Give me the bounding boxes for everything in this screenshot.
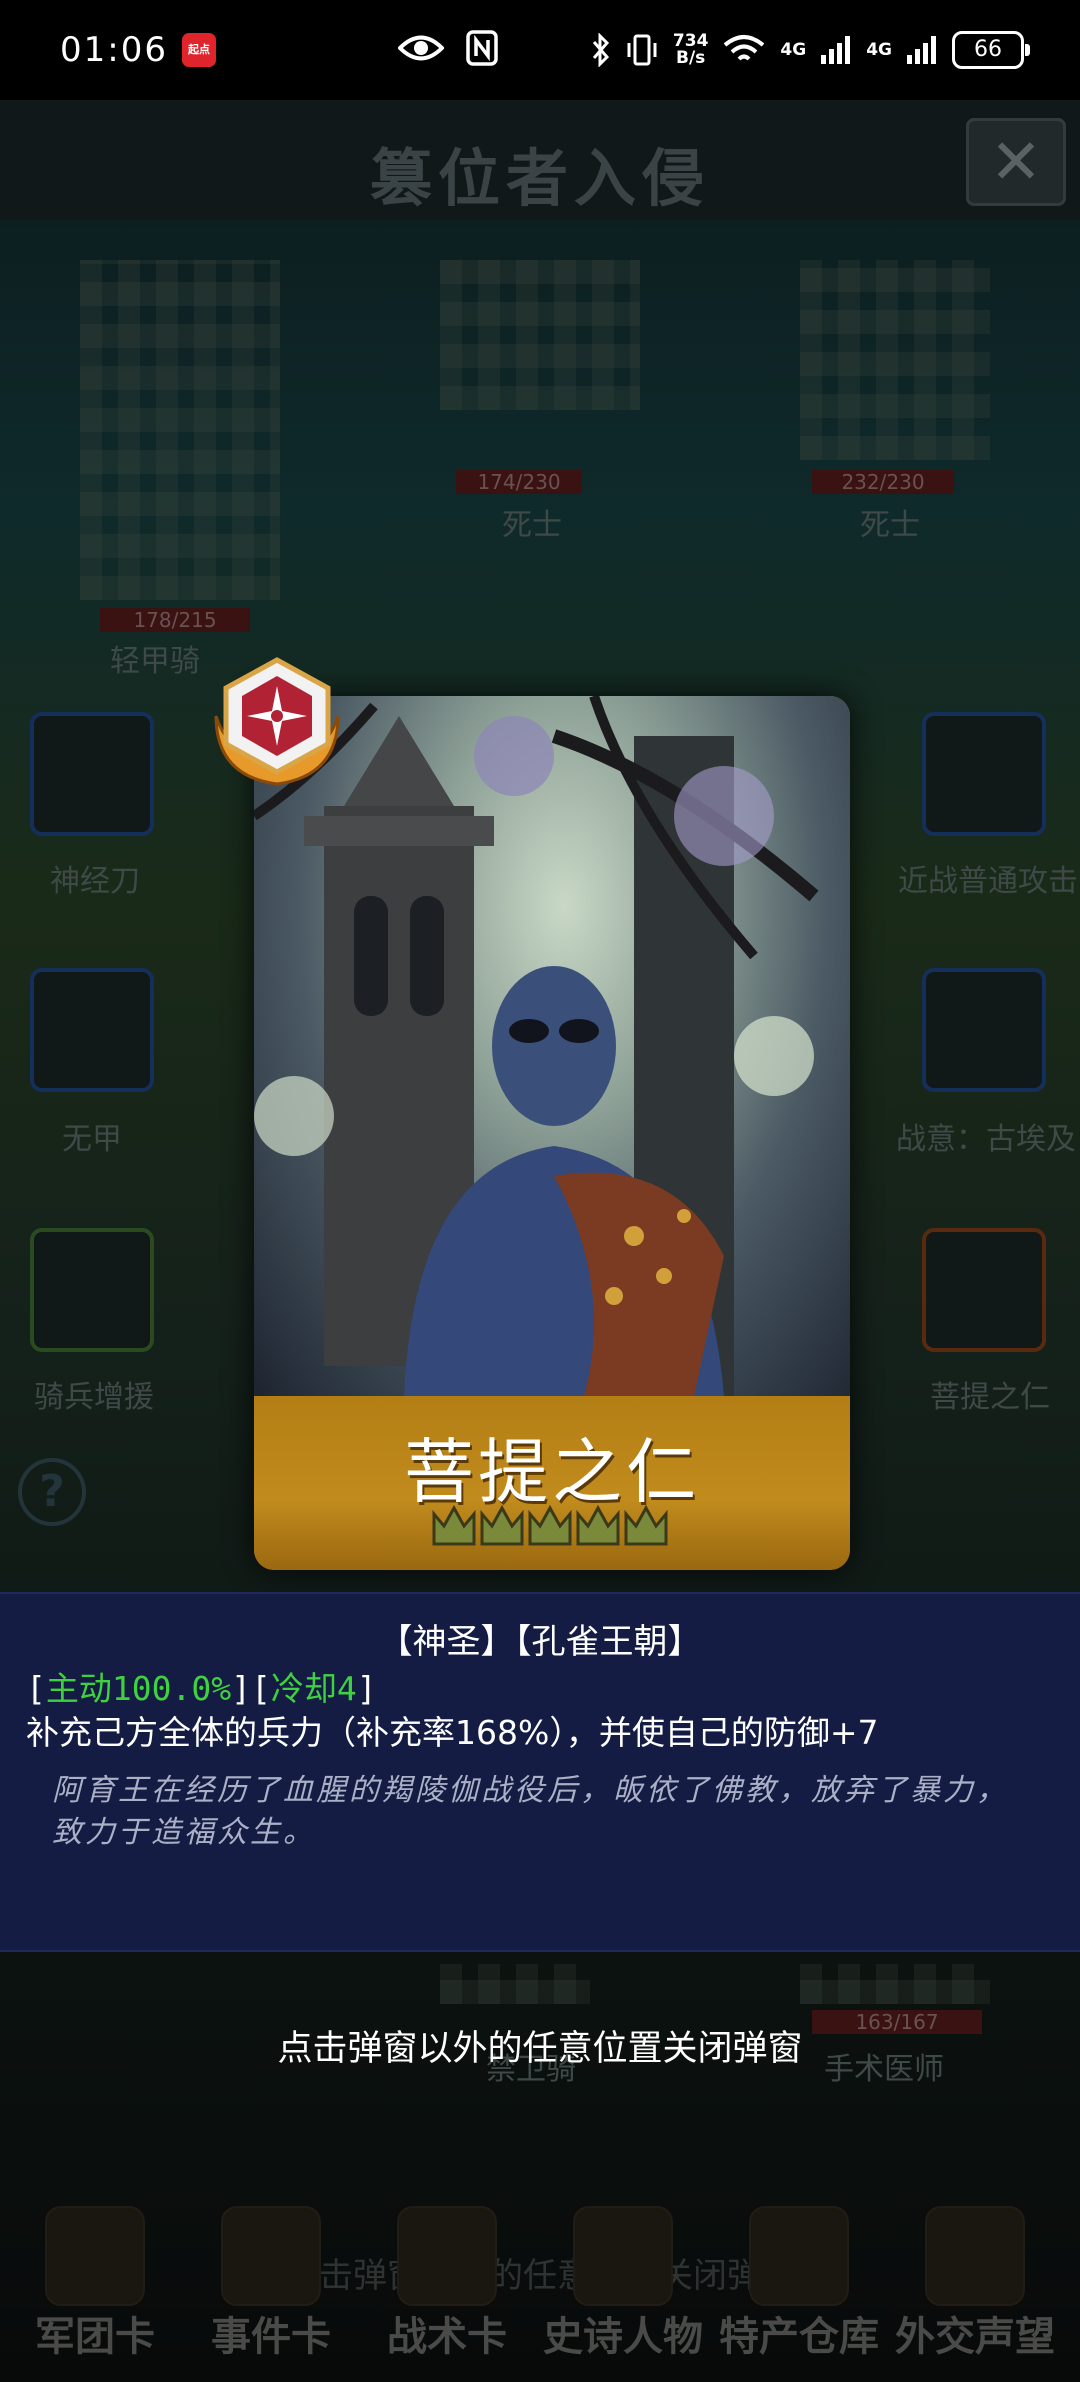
bracket: ] <box>356 1669 377 1708</box>
tab-label: 军团卡 <box>35 2314 155 2360</box>
eye-icon <box>398 35 444 61</box>
unit-name: 轻甲骑 <box>110 644 200 679</box>
bracket: [ <box>26 1669 46 1708</box>
skill-slot-label: 神经刀 <box>50 864 140 899</box>
skill-slot[interactable] <box>922 968 1046 1092</box>
signal-2-icon <box>907 36 936 64</box>
statue-illustration <box>254 696 819 1396</box>
skill-slot-label: 近战普通攻击 <box>898 864 1078 899</box>
tab-label: 史诗人物 <box>543 2314 703 2360</box>
troop-grid-right <box>800 260 990 460</box>
help-icon[interactable]: ? <box>18 1458 86 1526</box>
envelope-icon <box>925 2206 1025 2306</box>
unit-hp: 232/230 <box>812 470 954 494</box>
wifi-icon <box>724 35 765 61</box>
bottom-tab-bar: 军团卡 事件卡 战术卡 史诗人物 特产仓库 外交声望 <box>0 2108 1080 2382</box>
card-effect: 补充己方全体的兵力（补充率168%），并使自己的防御+7 <box>26 1713 879 1752</box>
helmet-icon <box>45 2206 145 2306</box>
card-stats: [主动100.0%][冷却4] <box>26 1662 377 1710</box>
signal-1-icon <box>821 36 851 64</box>
tab-legion-card[interactable]: 军团卡 <box>10 2108 180 2368</box>
card-artwork <box>254 696 850 1396</box>
compass-icon <box>397 2206 497 2306</box>
skill-slot[interactable] <box>922 712 1046 836</box>
active-rate: 主动100.0% <box>45 1669 232 1708</box>
page-title: 篡位者入侵 <box>369 142 710 215</box>
compass-laurel-badge-icon <box>214 657 340 786</box>
troop-grid-lower-right <box>800 1964 990 2004</box>
app-notification-icon: 起点 <box>181 33 216 67</box>
tab-diplomacy-prestige[interactable]: 外交声望 <box>890 2108 1060 2368</box>
bracket: ][ <box>231 1669 271 1708</box>
tab-specialty-warehouse[interactable]: 特产仓库 <box>714 2108 884 2368</box>
tab-tactic-card[interactable]: 战术卡 <box>362 2108 532 2368</box>
card-popup[interactable]: 菩提之仁 <box>254 696 850 1570</box>
skill-slot[interactable] <box>30 968 154 1092</box>
crown-icon <box>573 2206 673 2306</box>
card-tags: 【神圣】【孔雀王朝】 <box>378 1622 702 1662</box>
close-popup-hint: 点击弹窗以外的任意位置关闭弹窗 <box>277 2029 803 2069</box>
tab-label: 外交声望 <box>895 2314 1055 2360</box>
skill-slot[interactable] <box>922 1228 1046 1352</box>
skill-slot[interactable] <box>30 1228 154 1352</box>
close-button[interactable]: ✕ <box>966 118 1066 206</box>
unit-name: 死士 <box>502 508 562 543</box>
nfc-icon <box>466 30 498 66</box>
card-flavor-text: 阿育王在经历了血腥的羯陵伽战役后，皈依了佛教，放弃了暴力，致力于造福众生。 <box>52 1773 1009 1850</box>
status-bar: 01:06 起点 734 B/s 4G 4G 66 <box>0 0 1080 100</box>
unit-name: 死士 <box>860 508 920 543</box>
cell-1-type: 4G <box>780 40 807 60</box>
skill-slot[interactable] <box>30 712 154 836</box>
bluetooth-icon <box>592 33 609 67</box>
skill-slot-label: 无甲 <box>62 1122 122 1157</box>
card-name-panel: 菩提之仁 <box>254 1396 850 1570</box>
cell-2-type: 4G <box>866 40 892 60</box>
tab-label: 战术卡 <box>387 2314 507 2360</box>
skill-slot-label: 战意：古埃及 <box>896 1122 1076 1157</box>
tab-label: 特产仓库 <box>719 2314 879 2360</box>
troop-grid-left <box>80 260 280 600</box>
battery-icon: 66 <box>952 31 1030 69</box>
tab-label: 事件卡 <box>211 2314 331 2360</box>
clock: 01:06 <box>60 30 168 70</box>
tab-epic-figure[interactable]: 史诗人物 <box>538 2108 708 2368</box>
cooldown: 冷却4 <box>270 1669 357 1708</box>
troop-grid-mid <box>440 260 640 410</box>
network-speed: 734 B/s <box>673 33 709 67</box>
scroll-icon <box>221 2206 321 2306</box>
net-speed-unit: B/s <box>676 48 706 68</box>
vibrate-icon <box>627 34 657 66</box>
skill-slot-label: 骑兵增援 <box>34 1380 154 1415</box>
game-header: 篡位者入侵 ✕ <box>0 100 1080 220</box>
tab-event-card[interactable]: 事件卡 <box>186 2108 356 2368</box>
chest-icon <box>749 2206 849 2306</box>
skill-slot-label: 菩提之仁 <box>930 1380 1050 1415</box>
troop-grid-lower <box>440 1964 590 2004</box>
unit-hp: 178/215 <box>100 608 250 632</box>
unit-hp: 174/230 <box>456 470 582 494</box>
crown-rating-icon <box>432 1504 668 1546</box>
card-description: 【神圣】【孔雀王朝】 [主动100.0%][冷却4] 补充己方全体的兵力（补充率… <box>0 1592 1080 1952</box>
